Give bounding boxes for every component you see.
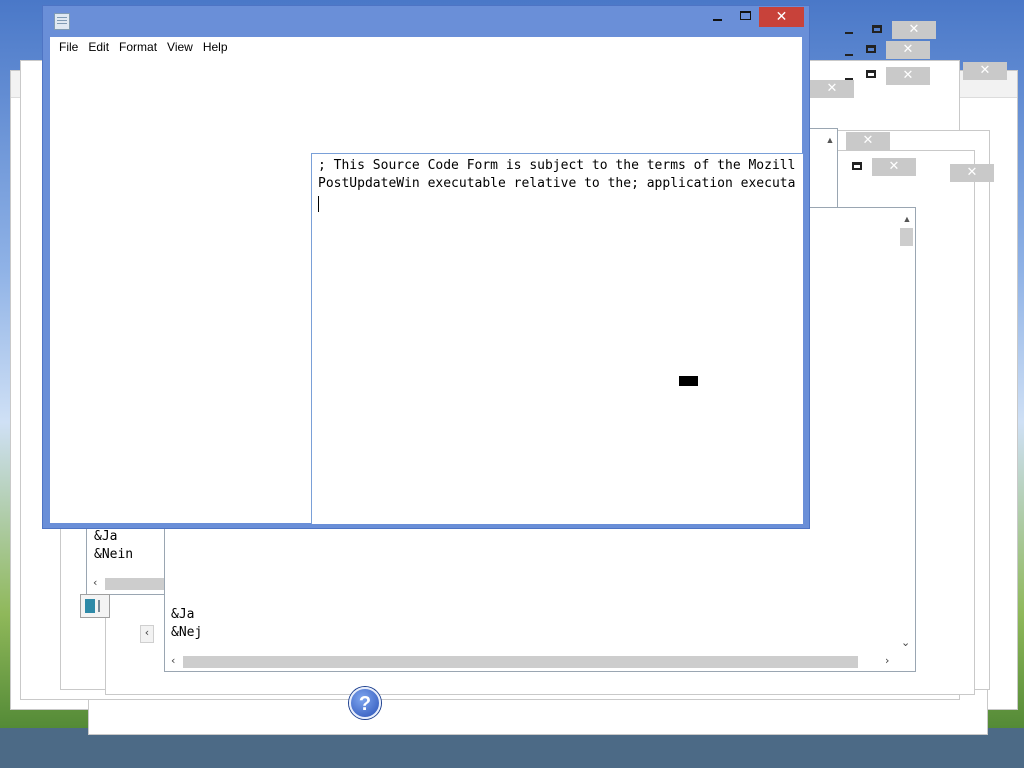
close-button[interactable]: ✕ (810, 80, 854, 98)
text-line: &Nej (171, 625, 203, 640)
text-caret (318, 196, 319, 212)
close-button[interactable]: ✕ (886, 41, 930, 59)
text-line: &Ja (171, 607, 195, 622)
cursor-block (679, 376, 698, 386)
minimize-icon[interactable] (845, 54, 853, 56)
title-bar[interactable]: ✕ (43, 6, 809, 37)
scroll-down-arrow[interactable]: ⌄ (901, 636, 910, 649)
menu-edit[interactable]: Edit (83, 40, 114, 54)
close-button[interactable]: ✕ (950, 164, 994, 182)
menu-view[interactable]: View (162, 40, 198, 54)
text-line: &Ja (94, 529, 118, 544)
menu-help[interactable]: Help (198, 40, 233, 54)
text-editor[interactable]: ; This Source Code Form is subject to th… (311, 153, 803, 524)
text-line: PostUpdateWin executable relative to the… (318, 176, 796, 191)
close-button[interactable]: ✕ (759, 7, 804, 27)
scroll-up-arrow[interactable]: ▲ (900, 212, 914, 226)
application-icon (80, 594, 110, 618)
close-button[interactable]: ✕ (963, 62, 1007, 80)
notepad-icon (54, 13, 70, 30)
horizontal-scrollbar-thumb[interactable] (183, 656, 858, 668)
scroll-up-arrow[interactable]: ▲ (823, 133, 837, 147)
close-button[interactable]: ✕ (846, 132, 890, 150)
scroll-left-arrow[interactable]: ‹ (171, 654, 175, 667)
maximize-icon[interactable] (872, 25, 882, 33)
menu-format[interactable]: Format (114, 40, 162, 54)
minimize-icon[interactable] (845, 32, 853, 34)
maximize-icon[interactable] (866, 45, 876, 53)
vertical-scrollbar-thumb[interactable] (900, 228, 913, 246)
scroll-left-arrow[interactable]: ‹ (140, 625, 154, 643)
maximize-icon[interactable] (852, 162, 862, 170)
maximize-icon[interactable] (740, 11, 751, 20)
minimize-icon[interactable] (713, 19, 722, 21)
close-button[interactable]: ✕ (892, 21, 936, 39)
help-icon[interactable]: ? (349, 687, 381, 719)
menu-file[interactable]: File (54, 40, 83, 54)
maximize-icon[interactable] (866, 70, 876, 78)
menu-bar: File Edit Format View Help (50, 37, 802, 57)
close-button[interactable]: ✕ (886, 67, 930, 85)
text-line: &Nein (94, 547, 134, 562)
scroll-right-arrow[interactable]: › (885, 654, 889, 667)
text-line: ; This Source Code Form is subject to th… (318, 158, 796, 173)
scroll-left-arrow[interactable]: ‹ (93, 576, 97, 589)
close-button[interactable]: ✕ (872, 158, 916, 176)
notepad-window[interactable]: ✕ File Edit Format View Help ; This Sour… (42, 5, 810, 529)
notepad-client-area: ; This Source Code Form is subject to th… (50, 57, 803, 524)
